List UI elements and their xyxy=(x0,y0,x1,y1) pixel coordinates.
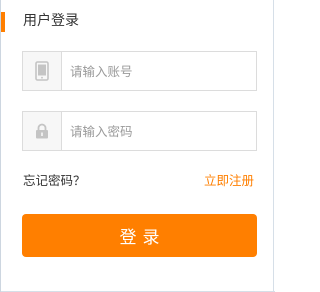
panel-title: 用户登录 xyxy=(23,13,79,29)
login-panel: 用户登录 忘记密码？ 立即注册 登录 xyxy=(0,0,275,292)
title-accent-bar xyxy=(1,12,5,32)
lock-icon xyxy=(23,112,62,150)
register-link[interactable]: 立即注册 xyxy=(204,172,254,190)
phone-icon xyxy=(23,52,62,90)
account-field xyxy=(22,51,257,91)
account-input[interactable] xyxy=(62,52,256,90)
login-button[interactable]: 登录 xyxy=(22,214,257,257)
password-input[interactable] xyxy=(62,112,256,150)
password-field xyxy=(22,111,257,151)
forgot-password-link[interactable]: 忘记密码？ xyxy=(23,172,86,190)
